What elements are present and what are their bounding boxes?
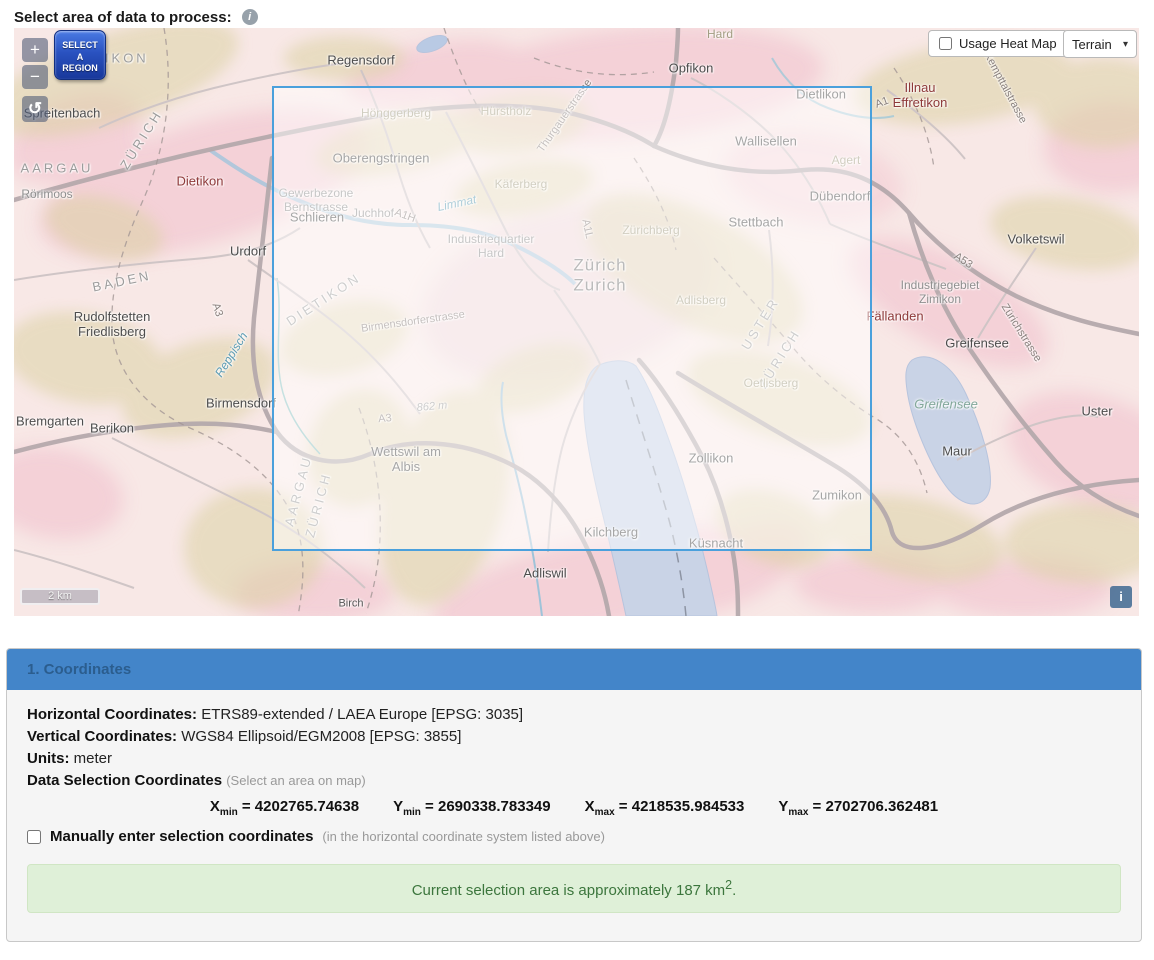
- alert-suffix: .: [732, 882, 736, 899]
- map-label: Rörimoos: [21, 188, 72, 202]
- selection-area-alert: Current selection area is approximately …: [27, 864, 1121, 913]
- units-label: Units:: [27, 750, 70, 767]
- map-label: Fällanden: [866, 310, 923, 325]
- select-region-line1: SELECT: [55, 40, 105, 52]
- map-label: Adliswil: [523, 567, 566, 582]
- vertical-coordinates-row: Vertical Coordinates: WGS84 Ellipsoid/EG…: [27, 726, 1121, 748]
- map-label: Uster: [1081, 405, 1112, 420]
- reset-view-icon[interactable]: ↺: [22, 96, 48, 122]
- basemap-value: Terrain: [1072, 37, 1112, 52]
- vertical-coordinates-label: Vertical Coordinates:: [27, 728, 177, 745]
- map-label: Berikon: [90, 422, 134, 437]
- xmin-value: Xmin = 4202765.74638: [210, 798, 359, 818]
- zoom-out-button[interactable]: −: [22, 65, 48, 89]
- map-label: Rudolfstetten Friedlisberg: [74, 310, 151, 340]
- vertical-coordinates-value: WGS84 Ellipsoid/EGM2008 [EPSG: 3855]: [181, 728, 461, 745]
- xmax-value: Xmax = 4218535.984533: [585, 798, 745, 818]
- map-label: A1: [874, 95, 891, 111]
- map-label: ZÜRICH: [118, 108, 166, 173]
- map-label: Birch: [338, 598, 363, 611]
- selection-coordinate-values: Xmin = 4202765.74638 Ymin = 2690338.7833…: [27, 798, 1121, 818]
- manual-coordinates-label: Manually enter selection coordinates: [50, 826, 313, 848]
- map-label: Hard: [707, 28, 733, 42]
- manual-coordinates-row: Manually enter selection coordinates (in…: [27, 826, 1121, 848]
- horizontal-coordinates-row: Horizontal Coordinates: ETRS89-extended …: [27, 704, 1121, 726]
- usage-heat-map-toggle[interactable]: Usage Heat Map: [928, 30, 1068, 57]
- map-label: Greifensee: [914, 398, 978, 413]
- select-region-line2: A: [55, 52, 105, 64]
- map-label: A3: [209, 302, 225, 319]
- coordinates-body: Horizontal Coordinates: ETRS89-extended …: [7, 690, 1141, 941]
- map-label: Urdorf: [230, 245, 266, 260]
- ymax-value: Ymax = 2702706.362481: [778, 798, 938, 818]
- map-label: Opfikon: [669, 62, 714, 77]
- map-label: Bremgarten: [16, 415, 84, 430]
- page-title: Select area of data to process:: [14, 9, 232, 26]
- map-label: A53: [951, 250, 974, 271]
- data-selection-coordinates-note: (Select an area on map): [226, 773, 365, 788]
- ymin-value: Ymin = 2690338.783349: [393, 798, 551, 818]
- units-value: meter: [74, 750, 112, 767]
- scale-bar: 2 km: [20, 588, 100, 605]
- map-label: Volketswil: [1007, 233, 1064, 248]
- horizontal-coordinates-label: Horizontal Coordinates:: [27, 706, 197, 723]
- usage-heat-map-checkbox[interactable]: [939, 37, 952, 50]
- chevron-down-icon: ▾: [1123, 39, 1128, 50]
- coordinates-section-header: 1. Coordinates: [7, 649, 1141, 690]
- map-label: BADEN: [91, 268, 153, 295]
- coordinates-panel: 1. Coordinates Horizontal Coordinates: E…: [6, 648, 1142, 942]
- map-label: Maur: [942, 445, 972, 460]
- select-a-region-button[interactable]: SELECT A REGION: [54, 30, 106, 80]
- map-label: Birmensdorf: [206, 397, 276, 412]
- selection-rectangle[interactable]: [272, 86, 872, 551]
- select-region-line3: REGION: [55, 63, 105, 75]
- map-label: Dietikon: [177, 175, 224, 190]
- map-label: Regensdorf: [327, 54, 394, 69]
- map-label: Reppisch: [213, 330, 251, 380]
- map-label: Kempttalstrasse: [981, 50, 1029, 126]
- page-title-row: Select area of data to process: i: [0, 0, 1154, 28]
- data-selection-coordinates-label: Data Selection Coordinates: [27, 772, 222, 789]
- manual-coordinates-checkbox[interactable]: [27, 830, 41, 844]
- horizontal-coordinates-value: ETRS89-extended / LAEA Europe [EPSG: 303…: [201, 706, 523, 723]
- units-row: Units: meter: [27, 748, 1121, 770]
- map-canvas[interactable]: DIETIKONRegensdorfOpfikonHardDietlikonIl…: [14, 28, 1139, 616]
- usage-heat-map-label: Usage Heat Map: [959, 36, 1057, 51]
- map-label: Greifensee: [945, 337, 1009, 352]
- info-icon[interactable]: i: [242, 9, 258, 25]
- map-label: Industriegebiet Zimikon: [901, 279, 980, 307]
- basemap-select[interactable]: Terrain ▾: [1063, 30, 1137, 58]
- map-label: Zürichstrasse: [998, 302, 1044, 365]
- map-label: AARGAU: [21, 162, 94, 177]
- map-info-button[interactable]: i: [1110, 586, 1132, 608]
- alert-text: Current selection area is approximately …: [412, 882, 725, 899]
- manual-coordinates-note: (in the horizontal coordinate system lis…: [322, 826, 605, 848]
- zoom-in-button[interactable]: +: [22, 38, 48, 62]
- data-selection-coordinates-row: Data Selection Coordinates (Select an ar…: [27, 770, 1121, 792]
- map-label: Illnau Effretikon: [893, 81, 948, 111]
